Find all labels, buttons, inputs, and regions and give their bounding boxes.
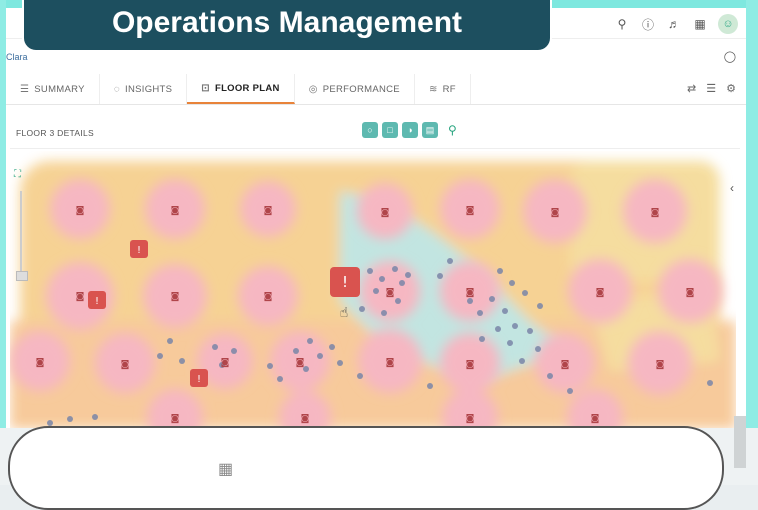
svg-text:◙: ◙: [296, 358, 305, 368]
wifi-icon: ≋: [428, 83, 438, 95]
tab-label: SUMMARY: [34, 83, 85, 95]
svg-text:◙: ◙: [171, 206, 180, 216]
floor-plan-icon: ⊡: [201, 82, 210, 94]
title-banner: Operations Management: [22, 0, 552, 52]
help-icon[interactable]: ⓘ: [640, 16, 656, 32]
insights-icon: ◌: [113, 83, 121, 95]
access-point-view-icon[interactable]: ○: [362, 122, 378, 138]
svg-text:◙: ◙: [686, 288, 695, 298]
tab-bar: ☰ SUMMARY ◌ INSIGHTS ⊡ FLOOR PLAN ◎ PERF…: [6, 74, 746, 105]
svg-text:◙: ◙: [76, 292, 85, 302]
svg-text:◙: ◙: [301, 414, 310, 424]
heatmap: ◙ ◙ ◙ ◙ ◙ ◙ ◙ ◙ ◙ ◙ ◙ ◙ ◙ ◙ ◙ ◙ ◙ ◙ ◙ ◙ ◙ ◙ ◙ ◙ ◙ ◙ ! ! !…: [10, 151, 736, 429]
svg-text:◙: ◙: [466, 206, 475, 216]
svg-text:◙: ◙: [381, 208, 390, 218]
tab-floor-plan[interactable]: ⊡ FLOOR PLAN: [187, 74, 295, 104]
zoom-slider-knob[interactable]: [16, 271, 28, 281]
location-pin-icon[interactable]: ⚲: [448, 123, 457, 137]
building-icon: ▦: [218, 461, 234, 478]
svg-text:◙: ◙: [466, 414, 475, 424]
tab-tools: ⇄ ☰ ⚙: [687, 82, 736, 95]
svg-text:◙: ◙: [386, 288, 395, 298]
svg-text:◙: ◙: [264, 292, 273, 302]
svg-text:◙: ◙: [264, 206, 273, 216]
floor-details-title: FLOOR 3 DETAILS: [16, 128, 95, 138]
svg-text:◙: ◙: [221, 358, 230, 368]
svg-text:◙: ◙: [171, 292, 180, 302]
alert-view-icon[interactable]: ◑: [402, 122, 418, 138]
avatar[interactable]: ☺: [718, 14, 738, 34]
svg-text:!: !: [197, 374, 201, 385]
svg-text:◙: ◙: [551, 208, 560, 218]
zoom-slider[interactable]: [20, 191, 22, 281]
tab-label: RF: [442, 83, 456, 95]
tab-rf[interactable]: ≋ RF: [415, 74, 471, 104]
search-icon[interactable]: ⚲: [614, 16, 630, 32]
tab-summary[interactable]: ☰ SUMMARY: [6, 74, 100, 104]
tab-label: INSIGHTS: [125, 83, 173, 95]
tab-label: PERFORMANCE: [322, 83, 400, 95]
svg-text:◙: ◙: [656, 360, 665, 370]
performance-icon: ◎: [308, 83, 318, 95]
svg-text:◙: ◙: [121, 360, 130, 370]
svg-text:◙: ◙: [466, 360, 475, 370]
svg-text:!: !: [137, 245, 141, 256]
svg-text:◙: ◙: [171, 414, 180, 424]
fullscreen-icon[interactable]: ⛶: [14, 169, 21, 180]
view-buttons: ○ □ ◑ ▤ ⚲: [362, 122, 457, 138]
summary-icon: ☰: [20, 83, 30, 95]
scroll-track[interactable]: [734, 416, 746, 468]
svg-text:!: !: [342, 273, 348, 291]
svg-text:!: !: [95, 296, 99, 307]
svg-text:◙: ◙: [466, 288, 475, 298]
floor-plan-map[interactable]: ◙ ◙ ◙ ◙ ◙ ◙ ◙ ◙ ◙ ◙ ◙ ◙ ◙ ◙ ◙ ◙ ◙ ◙ ◙ ◙ ◙ ◙ ◙ ◙ ◙ ◙ ! ! !…: [10, 151, 736, 429]
chevron-left-icon[interactable]: ‹: [730, 181, 734, 195]
tab-label: FLOOR PLAN: [214, 82, 280, 94]
banner-title: Operations Management: [111, 6, 463, 39]
device-view-icon[interactable]: □: [382, 122, 398, 138]
svg-text:◙: ◙: [386, 358, 395, 368]
history-icon[interactable]: ◯: [724, 50, 736, 63]
svg-text:◙: ◙: [76, 206, 85, 216]
svg-text:◙: ◙: [591, 414, 600, 424]
breadcrumb[interactable]: Clara: [6, 52, 28, 62]
rounded-card: [8, 426, 724, 510]
svg-text:◙: ◙: [36, 358, 45, 368]
settings-gear-icon[interactable]: ⚙: [726, 82, 736, 95]
svg-text:☝: ☝: [340, 305, 349, 321]
expand-arrows-icon[interactable]: ⇄: [687, 82, 696, 95]
bell-icon[interactable]: ♬: [666, 16, 682, 32]
app-window: ⚲ ⓘ ♬ ▦ ☺ Clara ◯ ☰ SUMMARY ◌ INSIGHTS ⊡…: [6, 8, 746, 429]
list-icon[interactable]: ☰: [706, 82, 716, 95]
svg-text:◙: ◙: [561, 360, 570, 370]
svg-text:◙: ◙: [596, 288, 605, 298]
svg-text:◙: ◙: [651, 208, 660, 218]
layers-view-icon[interactable]: ▤: [422, 122, 438, 138]
floor-details-bar: FLOOR 3 DETAILS ○ □ ◑ ▤ ⚲: [10, 118, 740, 149]
apps-icon[interactable]: ▦: [692, 16, 708, 32]
top-icons: ⚲ ⓘ ♬ ▦ ☺: [614, 14, 738, 34]
tab-insights[interactable]: ◌ INSIGHTS: [100, 74, 188, 104]
teal-background-right: [746, 0, 758, 485]
tab-performance[interactable]: ◎ PERFORMANCE: [295, 74, 415, 104]
